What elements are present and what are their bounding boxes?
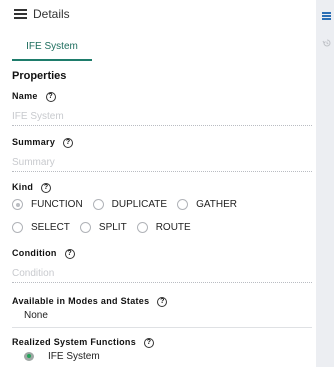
modes-states-value: None bbox=[24, 310, 48, 321]
condition-label-text: Condition bbox=[12, 248, 57, 258]
radio-select-label: SELECT bbox=[31, 222, 70, 233]
realized-function-label: IFE System bbox=[48, 351, 100, 362]
radio-gather-label: GATHER bbox=[196, 199, 237, 210]
right-side-strip bbox=[316, 0, 334, 367]
details-header: Details bbox=[0, 0, 316, 33]
radio-duplicate-label: DUPLICATE bbox=[111, 199, 168, 210]
radio-route-label: ROUTE bbox=[155, 222, 191, 233]
radio-select[interactable]: SELECT bbox=[12, 222, 70, 233]
modes-states-label: Available in Modes and States? bbox=[12, 296, 168, 307]
name-label-text: Name bbox=[12, 91, 38, 101]
realized-function-item[interactable]: IFE System bbox=[24, 351, 100, 362]
radio-function[interactable]: FUNCTION bbox=[12, 199, 83, 210]
hamburger-menu-icon[interactable] bbox=[14, 9, 27, 19]
question-circle-icon[interactable]: ? bbox=[64, 248, 75, 259]
modes-states-label-text: Available in Modes and States bbox=[12, 296, 150, 306]
question-circle-icon[interactable]: ? bbox=[144, 337, 155, 348]
radio-split-label: SPLIT bbox=[98, 222, 127, 233]
section-divider bbox=[12, 327, 312, 328]
summary-label-text: Summary bbox=[12, 137, 56, 147]
question-circle-icon[interactable]: ? bbox=[157, 296, 168, 307]
radio-gather-dot[interactable] bbox=[177, 199, 189, 210]
condition-label: Condition? bbox=[12, 248, 75, 259]
summary-field[interactable] bbox=[12, 153, 312, 172]
radio-function-dot[interactable] bbox=[12, 199, 23, 210]
kind-radio-group-row2: SELECT SPLIT ROUTE bbox=[12, 222, 201, 233]
tab-ife-system[interactable]: IFE System bbox=[12, 33, 92, 59]
radio-select-dot[interactable] bbox=[12, 222, 23, 233]
radio-route-dot[interactable] bbox=[136, 222, 148, 233]
question-circle-icon[interactable]: ? bbox=[63, 137, 74, 148]
kind-radio-group-row1: FUNCTION DUPLICATE GATHER bbox=[12, 199, 247, 210]
properties-title: Properties bbox=[12, 70, 67, 82]
question-circle-icon[interactable]: ? bbox=[41, 182, 52, 193]
name-field[interactable] bbox=[12, 107, 312, 126]
hamburger-menu-icon[interactable] bbox=[322, 12, 331, 20]
radio-route[interactable]: ROUTE bbox=[136, 222, 191, 233]
summary-label: Summary? bbox=[12, 137, 74, 148]
header-title: Details bbox=[33, 7, 70, 21]
name-label: Name? bbox=[12, 91, 56, 102]
realized-functions-label-text: Realized System Functions bbox=[12, 337, 137, 347]
tab-active-indicator bbox=[12, 59, 92, 61]
history-icon[interactable] bbox=[322, 38, 332, 48]
radio-function-label: FUNCTION bbox=[31, 199, 83, 210]
radio-gather[interactable]: GATHER bbox=[177, 199, 237, 210]
radio-split[interactable]: SPLIT bbox=[79, 222, 127, 233]
realized-functions-label: Realized System Functions? bbox=[12, 337, 155, 348]
kind-label-text: Kind bbox=[12, 182, 34, 192]
condition-field[interactable] bbox=[12, 264, 312, 283]
radio-duplicate-dot[interactable] bbox=[92, 199, 104, 210]
radio-split-dot[interactable] bbox=[79, 222, 91, 233]
radio-duplicate[interactable]: DUPLICATE bbox=[92, 199, 168, 210]
system-function-icon bbox=[24, 352, 34, 361]
kind-label: Kind? bbox=[12, 182, 52, 193]
question-circle-icon[interactable]: ? bbox=[45, 91, 56, 102]
